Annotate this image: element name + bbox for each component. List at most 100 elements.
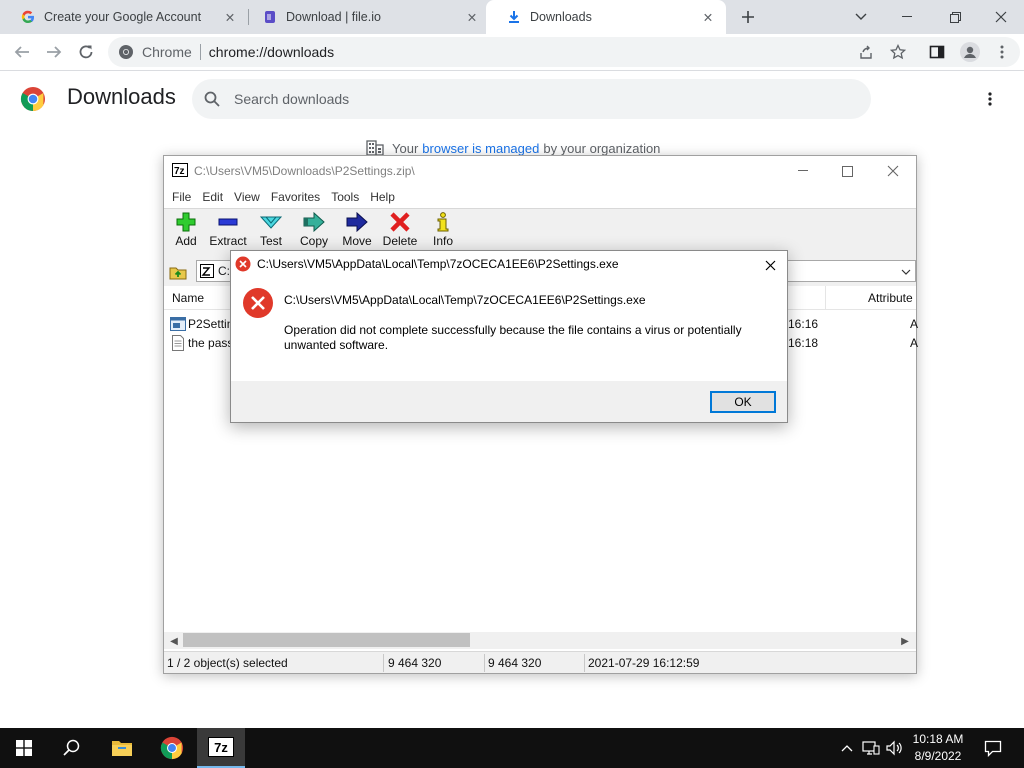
- scroll-right-icon[interactable]: ▶: [898, 634, 912, 648]
- copy-label: Copy: [299, 234, 328, 248]
- sevenzip-statusbar: 1 / 2 object(s) selected 9 464 320 9 464…: [164, 651, 916, 673]
- search-downloads-input[interactable]: Search downloads: [192, 79, 871, 119]
- menu-help[interactable]: Help: [370, 190, 395, 204]
- dialog-title: C:\Users\VM5\AppData\Local\Temp\7zOCECA1…: [257, 257, 619, 271]
- extract-minus-icon: [216, 211, 240, 233]
- tab-file-io[interactable]: Download | file.io ✕: [242, 0, 490, 34]
- menu-favorites[interactable]: Favorites: [271, 190, 320, 204]
- tab-title: Download | file.io: [286, 10, 381, 24]
- sevenzip-taskbar-icon: 7z: [208, 737, 234, 757]
- close-icon[interactable]: [759, 254, 781, 276]
- dialog-path: C:\Users\VM5\AppData\Local\Temp\7zOCECA1…: [284, 293, 646, 307]
- new-tab-plus-icon[interactable]: [736, 5, 760, 29]
- minimize-icon[interactable]: [780, 156, 826, 186]
- restore-icon[interactable]: [932, 0, 978, 34]
- error-dialog: C:\Users\VM5\AppData\Local\Temp\7zOCECA1…: [230, 250, 788, 423]
- browser-toolbar: Chrome chrome://downloads: [0, 34, 1024, 71]
- tab-title: Downloads: [530, 10, 592, 24]
- status-separator: [584, 654, 585, 672]
- reload-icon[interactable]: [72, 38, 100, 66]
- managed-link[interactable]: browser is managed: [422, 141, 539, 156]
- close-window-icon[interactable]: [870, 156, 916, 186]
- copy-arrow-icon: [302, 211, 326, 233]
- chevron-down-icon[interactable]: [838, 0, 884, 34]
- delete-label: Delete: [382, 234, 418, 248]
- menu-view[interactable]: View: [234, 190, 260, 204]
- chrome-taskbar-icon[interactable]: [148, 728, 196, 768]
- status-packed: 9 464 320: [488, 656, 542, 670]
- info-label: Info: [432, 234, 453, 248]
- tab-downloads[interactable]: Downloads ✕: [486, 0, 726, 34]
- close-icon[interactable]: ✕: [698, 7, 718, 27]
- column-attributes[interactable]: Attribute: [868, 291, 913, 305]
- chrome-logo-icon: [20, 86, 46, 112]
- network-icon[interactable]: [860, 728, 882, 768]
- horizontal-scrollbar[interactable]: ◀ ▶: [164, 632, 916, 649]
- tab-strip: Create your Google Account ✕ Download | …: [0, 0, 1024, 34]
- downloads-menu-icon[interactable]: [978, 86, 1002, 112]
- sevenzip-taskbar-button[interactable]: 7z: [197, 728, 245, 768]
- forward-arrow-icon[interactable]: [40, 38, 68, 66]
- sevenzip-titlebar[interactable]: 7z C:\Users\VM5\Downloads\P2Settings.zip…: [164, 156, 916, 186]
- ok-button[interactable]: OK: [710, 391, 776, 413]
- column-separator: [825, 286, 826, 310]
- file-attr: A: [910, 317, 919, 331]
- system-clock[interactable]: 10:18 AM 8/9/2022: [905, 731, 971, 765]
- minimize-icon[interactable]: [884, 0, 930, 34]
- omnibox[interactable]: Chrome chrome://downloads: [108, 37, 1020, 67]
- notification-icon[interactable]: [976, 728, 1010, 768]
- search-icon[interactable]: [48, 728, 96, 768]
- site-chip[interactable]: Chrome: [108, 44, 192, 60]
- add-plus-icon: [174, 211, 198, 233]
- test-label: Test: [259, 234, 282, 248]
- download-arrow-icon: [506, 9, 522, 25]
- text-file-icon: [170, 335, 186, 351]
- clock-time: 10:18 AM: [912, 732, 964, 746]
- file-name: P2Settin: [188, 317, 234, 331]
- add-label: Add: [175, 234, 197, 248]
- extract-label: Extract: [209, 234, 247, 248]
- error-icon: [242, 287, 274, 319]
- bookmark-star-icon[interactable]: [884, 38, 912, 66]
- sevenzip-app-icon: 7z: [172, 162, 188, 180]
- windows-start-icon[interactable]: [0, 728, 48, 768]
- chevron-down-icon[interactable]: [901, 264, 911, 278]
- menu-edit[interactable]: Edit: [202, 190, 223, 204]
- back-arrow-icon[interactable]: [8, 38, 36, 66]
- managed-prefix: Your: [392, 140, 419, 156]
- scroll-thumb[interactable]: [183, 633, 470, 647]
- share-icon[interactable]: [852, 38, 880, 66]
- maximize-icon[interactable]: [824, 156, 870, 186]
- scroll-left-icon[interactable]: ◀: [167, 634, 181, 648]
- search-icon: [204, 91, 220, 107]
- chevron-up-icon[interactable]: [836, 728, 858, 768]
- tab-google-account[interactable]: Create your Google Account ✕: [0, 0, 248, 34]
- status-separator: [383, 654, 384, 672]
- menu-file[interactable]: File: [172, 190, 191, 204]
- volume-icon[interactable]: [884, 728, 906, 768]
- side-panel-icon[interactable]: [923, 38, 951, 66]
- folder-up-icon[interactable]: [168, 262, 188, 282]
- menu-tools[interactable]: Tools: [331, 190, 359, 204]
- dialog-footer: OK: [231, 381, 787, 422]
- exe-file-icon: [170, 316, 186, 332]
- status-modified: 2021-07-29 16:12:59: [588, 656, 700, 670]
- url-text: chrome://downloads: [208, 44, 335, 60]
- omnibox-divider: [199, 44, 201, 60]
- status-separator: [484, 654, 485, 672]
- close-icon[interactable]: ✕: [220, 7, 240, 27]
- close-window-icon[interactable]: [978, 0, 1024, 34]
- profile-avatar-icon[interactable]: [956, 38, 984, 66]
- dialog-titlebar[interactable]: C:\Users\VM5\AppData\Local\Temp\7zOCECA1…: [231, 251, 787, 277]
- building-icon: [366, 140, 384, 156]
- move-label: Move: [342, 234, 372, 248]
- close-icon[interactable]: ✕: [462, 7, 482, 27]
- windows-taskbar: 7z 10:18 AM 8/9/2022: [0, 728, 1024, 768]
- file-explorer-icon[interactable]: [98, 728, 146, 768]
- file-io-icon: [262, 9, 278, 25]
- kebab-menu-icon[interactable]: [988, 38, 1016, 66]
- column-name[interactable]: Name: [172, 291, 204, 305]
- path-prefix: C:: [218, 264, 230, 278]
- test-check-icon: [259, 211, 283, 233]
- add-button[interactable]: Add: [164, 211, 208, 257]
